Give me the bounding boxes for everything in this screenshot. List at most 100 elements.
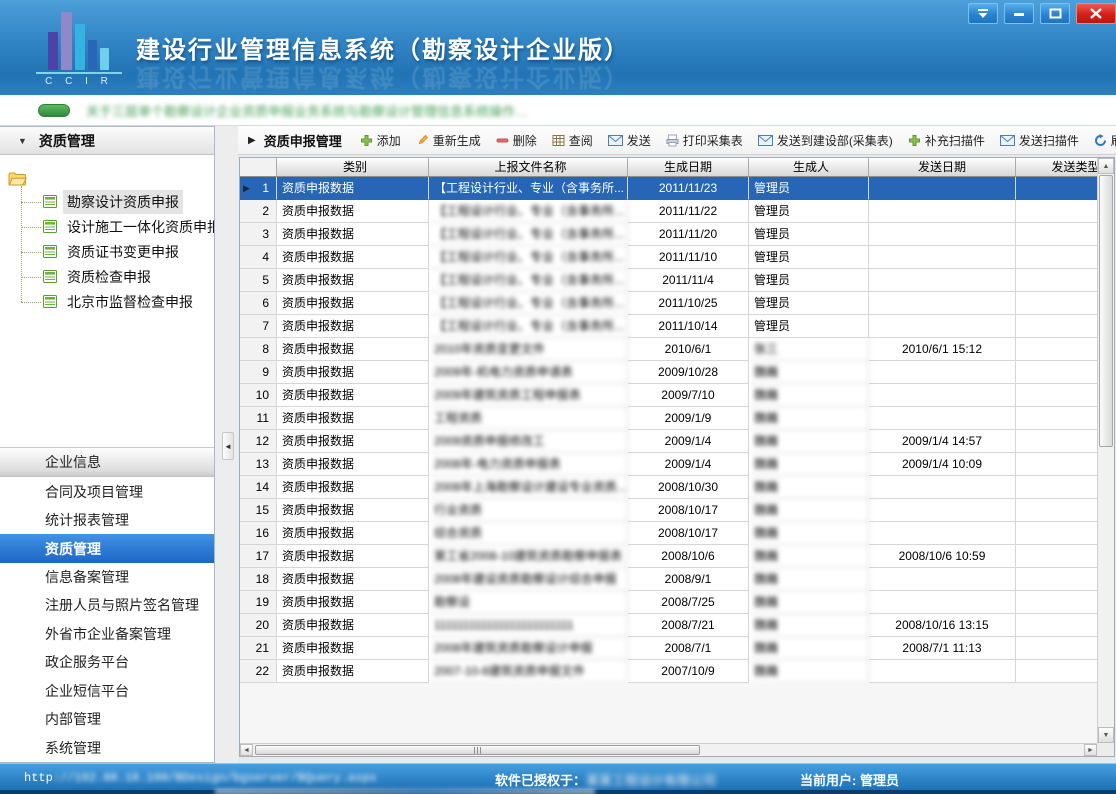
table-row[interactable]: 15资质申报数据行业资质2008/10/17魏巍	[240, 499, 1097, 522]
table-row[interactable]: 11资质申报数据工程资质2009/1/9魏巍	[240, 407, 1097, 430]
tree-item-4[interactable]: 资质检查申报	[43, 264, 214, 289]
column-header-4[interactable]: 生成人	[749, 158, 869, 176]
horizontal-scroll-thumb[interactable]	[255, 745, 700, 755]
send-type-cell	[1016, 269, 1097, 292]
vertical-scrollbar[interactable]: ▲ ▼	[1097, 158, 1114, 743]
toolbar-button-send-scan[interactable]: 发送扫描件	[1000, 132, 1079, 149]
table-row[interactable]: 19资质申报数据勘察设2008/7/25魏巍	[240, 591, 1097, 614]
send-date-cell: 2008/7/1 11:13	[869, 637, 1016, 660]
tree-item-5[interactable]: 北京市监督检查申报	[43, 289, 214, 314]
sidebar-item-11[interactable]: 系统管理	[0, 734, 214, 762]
file-name-cell: 行业资质	[429, 499, 628, 522]
sidebar-item-1[interactable]: 企业信息	[0, 448, 214, 477]
person-cell: 魏巍	[749, 568, 869, 591]
table-row[interactable]: 5资质申报数据【工程设计行业、专业（含事务所...2011/11/4管理员	[240, 269, 1097, 292]
table-row[interactable]: 12资质申报数据2009资质申报修改工2009/1/4魏巍2009/1/4 14…	[240, 430, 1097, 453]
table-row[interactable]: 22资质申报数据2007-10-8建筑资质申报文件2007/10/9魏巍	[240, 660, 1097, 683]
row-number-cell: 7	[240, 315, 277, 338]
table-row[interactable]: ▶1资质申报数据【工程设计行业、专业（含事务所...2011/11/23管理员	[240, 177, 1097, 200]
table-row[interactable]: 8资质申报数据2010年资质变更文件2010/6/1张三2010/6/1 15:…	[240, 338, 1097, 361]
column-header-5[interactable]: 发送日期	[869, 158, 1016, 176]
table-row[interactable]: 3资质申报数据【工程设计行业、专业（含事务所...2011/11/20管理员	[240, 223, 1097, 246]
scroll-left-arrow-icon[interactable]: ◄	[240, 744, 253, 756]
toolbar-button-print-form[interactable]: 打印采集表	[666, 132, 743, 149]
sidebar-collapse-button[interactable]: ◄	[222, 432, 234, 460]
table-row[interactable]: 20资质申报数据1111111111111111111111112008/7/2…	[240, 614, 1097, 637]
scroll-down-arrow-icon[interactable]: ▼	[1098, 727, 1114, 743]
file-name-cell: 【工程设计行业、专业（含事务所...	[429, 246, 628, 269]
sidebar-item-3[interactable]: 统计报表管理	[0, 506, 214, 534]
collapse-window-button[interactable]	[968, 3, 998, 24]
tree-item-label: 北京市监督检查申报	[63, 290, 197, 314]
logo-bars-icon	[42, 10, 120, 70]
send-date-cell: 2008/10/6 10:59	[869, 545, 1016, 568]
send-type-cell	[1016, 591, 1097, 614]
row-number-cell: 16	[240, 522, 277, 545]
sidebar-item-9[interactable]: 企业短信平台	[0, 677, 214, 705]
toolbar-button-view[interactable]: 查阅	[552, 132, 593, 149]
column-header-6[interactable]: 发送类型	[1016, 158, 1097, 176]
toolbar-button-send[interactable]: 发送	[608, 132, 651, 149]
category-cell: 资质申报数据	[277, 269, 429, 292]
toolbar-button-delete[interactable]: 删除	[496, 132, 537, 149]
gen-date-cell: 2009/1/9	[628, 407, 749, 430]
envelope-icon	[758, 135, 773, 146]
toolbar-button-add[interactable]: 添加	[360, 132, 401, 149]
gen-date-cell: 2008/10/30	[628, 476, 749, 499]
send-type-cell	[1016, 246, 1097, 269]
sidebar-item-8[interactable]: 政企服务平台	[0, 648, 214, 676]
table-row[interactable]: 2资质申报数据【工程设计行业、专业（含事务所...2011/11/22管理员	[240, 200, 1097, 223]
print-icon	[666, 134, 679, 147]
notice-text[interactable]: 关于三层单个勘察设计企业资质申报业务系统与勘察设计管理信息系统操作…	[86, 101, 528, 120]
scroll-right-arrow-icon[interactable]: ►	[1084, 744, 1097, 756]
bottom-blur-artifact	[215, 789, 595, 794]
sidebar-item-10[interactable]: 内部管理	[0, 705, 214, 733]
send-date-cell	[869, 269, 1016, 292]
person-cell: 魏巍	[749, 453, 869, 476]
toolbar-button-send-ministry[interactable]: 发送到建设部(采集表)	[758, 132, 893, 149]
category-cell: 资质申报数据	[277, 200, 429, 223]
column-header-1[interactable]: 类别	[277, 158, 429, 176]
horizontal-scrollbar[interactable]: ◄ ►	[240, 743, 1097, 756]
gen-date-cell: 2011/11/10	[628, 246, 749, 269]
sidebar-item-7[interactable]: 外省市企业备案管理	[0, 620, 214, 648]
sidebar-item-6[interactable]: 注册人员与照片签名管理	[0, 591, 214, 619]
table-row[interactable]: 16资质申报数据综合资质2008/10/17魏巍	[240, 522, 1097, 545]
table-row[interactable]: 18资质申报数据2008年建设资质勘察设计综合申报2008/9/1魏巍	[240, 568, 1097, 591]
column-header-3[interactable]: 生成日期	[628, 158, 749, 176]
table-row[interactable]: 21资质申报数据2008年建筑资质勘察设计申报2008/7/1魏巍2008/7/…	[240, 637, 1097, 660]
tree-root[interactable]	[8, 167, 214, 189]
tree-header[interactable]: ▼ 资质管理	[0, 127, 214, 155]
close-button[interactable]	[1076, 3, 1116, 24]
minimize-button[interactable]	[1004, 3, 1034, 24]
gen-date-cell: 2010/6/1	[628, 338, 749, 361]
toolbar-button-refresh[interactable]: 刷新	[1094, 132, 1116, 149]
double-chevron-down-icon	[977, 8, 989, 19]
tree-item-3[interactable]: 资质证书变更申报	[43, 239, 214, 264]
vertical-scroll-thumb[interactable]	[1099, 175, 1113, 447]
column-header-0[interactable]	[240, 158, 277, 176]
send-date-cell	[869, 384, 1016, 407]
column-header-2[interactable]: 上报文件名称	[429, 158, 628, 176]
tree-item-2[interactable]: 设计施工一体化资质申报	[43, 214, 214, 239]
gen-date-cell: 2008/7/25	[628, 591, 749, 614]
table-row[interactable]: 6资质申报数据【工程设计行业、专业（含事务所...2011/10/25管理员	[240, 292, 1097, 315]
table-row[interactable]: 17资质申报数据第工省2008-10建筑资质勘察申报表2008/10/6魏巍20…	[240, 545, 1097, 568]
sidebar-item-4[interactable]: 资质管理	[0, 534, 214, 562]
toolbar-button-add-scan[interactable]: 补充扫描件	[908, 132, 985, 149]
maximize-button[interactable]	[1040, 3, 1070, 24]
table-row[interactable]: 14资质申报数据2008年上海勘察设计建设专业资质...2008/10/30魏巍	[240, 476, 1097, 499]
table-row[interactable]: 4资质申报数据【工程设计行业、专业（含事务所...2011/11/10管理员	[240, 246, 1097, 269]
tree-item-1[interactable]: 勘察设计资质申报	[43, 189, 214, 214]
sidebar-item-2[interactable]: 合同及项目管理	[0, 477, 214, 505]
send-type-cell	[1016, 476, 1097, 499]
toolbar-button-regenerate[interactable]: 重新生成	[416, 132, 481, 149]
sidebar-item-5[interactable]: 信息备案管理	[0, 563, 214, 591]
pencil-icon	[416, 134, 429, 147]
table-row[interactable]: 7资质申报数据【工程设计行业、专业（含事务所...2011/10/14管理员	[240, 315, 1097, 338]
table-row[interactable]: 10资质申报数据2009年建筑资质工程申报表2009/7/10魏巍	[240, 384, 1097, 407]
table-row[interactable]: 13资质申报数据2008年-电力资质申报表2009/1/4魏巍2009/1/4 …	[240, 453, 1097, 476]
table-row[interactable]: 9资质申报数据2009年-机电力资质申请表2009/10/28魏巍	[240, 361, 1097, 384]
scroll-up-arrow-icon[interactable]: ▲	[1098, 158, 1114, 174]
category-cell: 资质申报数据	[277, 407, 429, 430]
